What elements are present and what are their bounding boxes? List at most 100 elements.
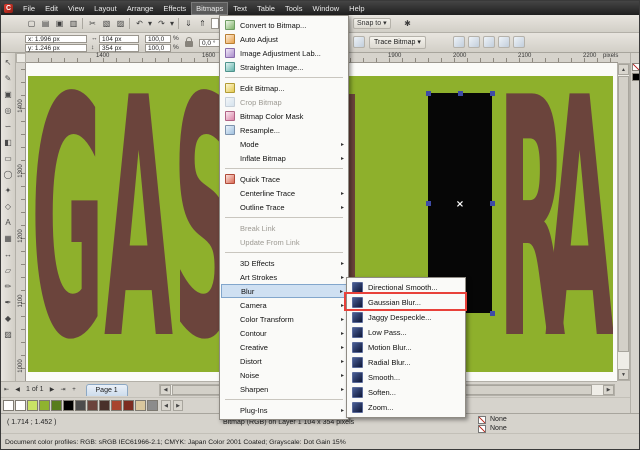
menu-window[interactable]: Window — [307, 2, 344, 15]
scroll-right-icon[interactable]: ▶ — [603, 385, 614, 395]
submenu-item-zoom[interactable]: Zoom... — [348, 400, 464, 415]
menu-arrange[interactable]: Arrange — [122, 2, 159, 15]
pick-tool[interactable]: ↖ — [2, 55, 15, 71]
table-tool[interactable]: ▦ — [2, 231, 15, 247]
scroll-up-icon[interactable]: ▲ — [618, 64, 629, 75]
menu-item-centerline-trace[interactable]: Centerline Trace ▸ — [221, 186, 347, 200]
object-y-position-field[interactable]: y: 1.246 px — [25, 44, 87, 52]
menu-item-creative[interactable]: Creative ▸ — [221, 340, 347, 354]
outline-color-icon[interactable] — [478, 425, 486, 433]
no-color-swatch[interactable] — [632, 63, 639, 71]
undo-button[interactable]: ↶ — [133, 17, 146, 30]
palette-swatch[interactable] — [15, 400, 26, 411]
save-button[interactable]: ▣ — [53, 17, 66, 30]
crop-tool[interactable]: ▣ — [2, 87, 15, 103]
first-page-button[interactable]: ⇤ — [1, 384, 12, 395]
ellipse-tool[interactable]: ◯ — [2, 167, 15, 183]
menu-item-contour[interactable]: Contour ▸ — [221, 326, 347, 340]
blend-tool[interactable]: ▱ — [2, 263, 15, 279]
snap-to-button[interactable]: Snap to ▾ — [353, 18, 391, 29]
menu-file[interactable]: File — [18, 2, 40, 15]
menu-item-sharpen[interactable]: Sharpen ▸ — [221, 382, 347, 396]
menu-bitmaps[interactable]: Bitmaps — [191, 1, 229, 15]
eyedropper-tool[interactable]: ✏ — [2, 279, 15, 295]
copy-button[interactable]: ▧ — [100, 17, 113, 30]
polygon-tool[interactable]: ✦ — [2, 183, 15, 199]
palette-swatch[interactable] — [147, 400, 158, 411]
menu-item-art-strokes[interactable]: Art Strokes ▸ — [221, 270, 347, 284]
cut-button[interactable]: ✂ — [86, 17, 99, 30]
add-page-button[interactable]: + — [69, 384, 80, 395]
page-tab[interactable]: Page 1 — [85, 383, 128, 396]
previous-page-button[interactable]: ◀ — [12, 384, 23, 395]
palette-swatch[interactable] — [111, 400, 122, 411]
menu-item-straighten-image[interactable]: Straighten Image... — [221, 60, 347, 74]
menu-item-distort[interactable]: Distort ▸ — [221, 354, 347, 368]
new-document-button[interactable]: ▢ — [25, 17, 38, 30]
outline-pen-tool[interactable]: ✒ — [2, 295, 15, 311]
submenu-item-low-pass[interactable]: Low Pass... — [348, 325, 464, 340]
fill-tool[interactable]: ◆ — [2, 311, 15, 327]
export-button[interactable]: ⇑ — [196, 17, 209, 30]
next-page-button[interactable]: ▶ — [47, 384, 58, 395]
menu-help[interactable]: Help — [344, 2, 369, 15]
submenu-item-smooth[interactable]: Smooth... — [348, 370, 464, 385]
import-button[interactable]: ⇓ — [182, 17, 195, 30]
object-height-field[interactable]: 354 px — [99, 44, 139, 52]
bitmap-mode-prop-button[interactable] — [498, 36, 510, 48]
scroll-left-icon[interactable]: ◀ — [160, 385, 171, 395]
object-width-field[interactable]: 104 px — [99, 35, 139, 43]
scale-horizontal-field[interactable]: 100,0 — [145, 35, 171, 43]
menu-text[interactable]: Text — [228, 2, 252, 15]
menu-layout[interactable]: Layout — [89, 2, 122, 15]
menu-effects[interactable]: Effects — [158, 2, 191, 15]
palette-swatch[interactable] — [99, 400, 110, 411]
palette-swatch[interactable] — [135, 400, 146, 411]
menu-item-inflate-bitmap[interactable]: Inflate Bitmap ▸ — [221, 151, 347, 165]
menu-tools[interactable]: Tools — [280, 2, 308, 15]
rectangle-tool[interactable]: ▭ — [2, 151, 15, 167]
menu-item-auto-adjust[interactable]: Auto Adjust — [221, 32, 347, 46]
vertical-ruler[interactable]: 1400 1300 1200 1100 1000 — [16, 63, 26, 381]
resample-prop-button[interactable] — [483, 36, 495, 48]
ruler-origin-corner[interactable] — [16, 53, 26, 63]
last-page-button[interactable]: ⇥ — [58, 384, 69, 395]
menu-item-edit-bitmap[interactable]: Edit Bitmap... — [221, 81, 347, 95]
submenu-item-soften[interactable]: Soften... — [348, 385, 464, 400]
text-tool[interactable]: A — [2, 215, 15, 231]
palette-swatch[interactable] — [632, 73, 639, 81]
redo-button[interactable]: ↷ — [155, 17, 168, 30]
palette-swatch[interactable] — [27, 400, 38, 411]
menu-item-quick-trace[interactable]: Quick Trace — [221, 172, 347, 186]
vertical-scrollbar[interactable]: ▲ ▼ — [617, 63, 630, 381]
vertical-scroll-thumb[interactable] — [618, 76, 629, 352]
freehand-tool[interactable]: ∽ — [2, 119, 15, 135]
palette-scroll-right-icon[interactable]: ▶ — [173, 400, 183, 411]
paste-button[interactable]: ▨ — [114, 17, 127, 30]
menu-item-color-transform[interactable]: Color Transform ▸ — [221, 312, 347, 326]
menu-item-blur[interactable]: Blur ▸ — [221, 284, 347, 298]
basic-shapes-tool[interactable]: ◇ — [2, 199, 15, 215]
menu-item-noise[interactable]: Noise ▸ — [221, 368, 347, 382]
palette-swatch[interactable] — [75, 400, 86, 411]
menu-item-outline-trace[interactable]: Outline Trace ▸ — [221, 200, 347, 214]
scroll-down-icon[interactable]: ▼ — [618, 369, 629, 380]
palette-scroll-left-icon[interactable]: ◀ — [161, 400, 171, 411]
crop-bitmap-prop-button[interactable] — [468, 36, 480, 48]
lock-ratio-icon[interactable] — [185, 37, 193, 47]
zoom-level-combo[interactable] — [211, 18, 219, 29]
menu-item-plug-ins[interactable]: Plug-Ins ▸ — [221, 403, 347, 417]
palette-swatch[interactable] — [123, 400, 134, 411]
palette-swatch[interactable] — [51, 400, 62, 411]
submenu-item-radial-blur[interactable]: Radial Blur... — [348, 355, 464, 370]
dimension-tool[interactable]: ↔ — [2, 247, 15, 263]
menu-view[interactable]: View — [63, 2, 89, 15]
trace-bitmap-button[interactable]: Trace Bitmap ▾ — [369, 36, 426, 49]
undo-dropdown-arrow-icon[interactable]: ▾ — [146, 17, 154, 30]
palette-swatch[interactable] — [39, 400, 50, 411]
zoom-tool[interactable]: ◎ — [2, 103, 15, 119]
object-x-position-field[interactable]: x: 1.996 px — [25, 35, 87, 43]
palette-swatch[interactable] — [63, 400, 74, 411]
fill-color-icon[interactable] — [478, 416, 486, 424]
selection-center-mark[interactable]: × — [456, 199, 464, 210]
